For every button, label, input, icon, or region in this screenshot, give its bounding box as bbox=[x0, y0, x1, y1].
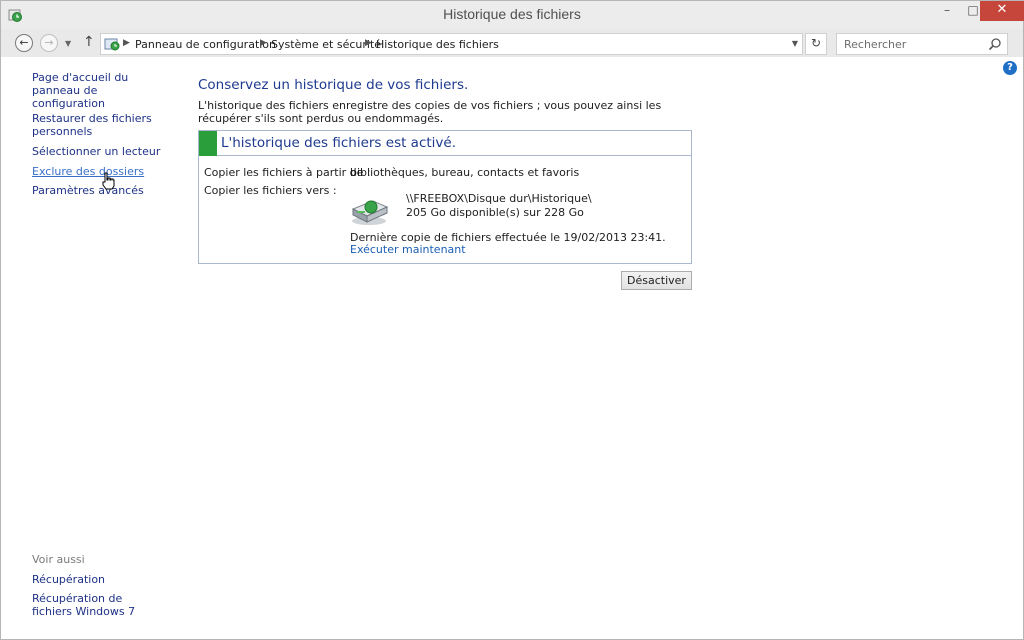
navigation-bar: ← → ▼ ↑ ▶ Panneau de configuration ▶ Sys… bbox=[1, 29, 1023, 57]
sidebar-link-select-drive[interactable]: Sélectionner un lecteur bbox=[32, 145, 172, 158]
title-bar: Historique des fichiers – □ ✕ bbox=[1, 1, 1024, 29]
page-title: Conservez un historique de vos fichiers. bbox=[198, 77, 469, 93]
copy-from-value: bibliothèques, bureau, contacts et favor… bbox=[350, 166, 580, 179]
drive-free-space: 205 Go disponible(s) sur 228 Go bbox=[406, 206, 584, 219]
forward-arrow-icon[interactable]: → bbox=[40, 34, 58, 52]
search-placeholder: Rechercher bbox=[844, 38, 907, 51]
breadcrumb-separator-icon[interactable]: ▶ bbox=[123, 38, 130, 48]
minimize-button[interactable]: – bbox=[934, 1, 960, 21]
address-dropdown-chevron-icon[interactable]: ▼ bbox=[792, 39, 798, 48]
status-indicator-green bbox=[199, 131, 217, 156]
content-area: ? Page d'accueil du panneau de configura… bbox=[1, 57, 1023, 639]
breadcrumb-separator-icon[interactable]: ▶ bbox=[365, 38, 372, 48]
sidebar-link-restore-files[interactable]: Restaurer des fichiers personnels bbox=[32, 112, 172, 138]
hand-cursor-icon bbox=[102, 172, 115, 190]
see-also-heading: Voir aussi bbox=[32, 553, 85, 566]
help-icon[interactable]: ? bbox=[1003, 61, 1017, 75]
page-description: L'historique des fichiers enregistre des… bbox=[198, 99, 662, 125]
drive-path: \\FREEBOX\Disque dur\Historique\ bbox=[406, 192, 592, 205]
status-header: L'historique des fichiers est activé. bbox=[199, 131, 691, 156]
search-input[interactable]: Rechercher bbox=[836, 33, 1008, 55]
up-arrow-icon[interactable]: ↑ bbox=[83, 34, 95, 50]
copy-to-label: Copier les fichiers vers : bbox=[204, 184, 337, 197]
status-title: L'historique des fichiers est activé. bbox=[221, 135, 457, 151]
refresh-icon[interactable]: ↻ bbox=[805, 33, 827, 55]
search-icon[interactable] bbox=[988, 37, 1002, 51]
file-history-window: Historique des fichiers – □ ✕ ← → ▼ ↑ ▶ … bbox=[0, 0, 1024, 640]
file-history-status-panel: L'historique des fichiers est activé. Co… bbox=[198, 130, 692, 264]
run-now-link[interactable]: Exécuter maintenant bbox=[350, 243, 466, 256]
breadcrumb-file-history[interactable]: Historique des fichiers bbox=[376, 38, 499, 51]
disable-button[interactable]: Désactiver bbox=[621, 271, 692, 290]
window-title: Historique des fichiers bbox=[443, 6, 581, 22]
close-button[interactable]: ✕ bbox=[980, 1, 1024, 21]
see-also-link-windows7-recovery[interactable]: Récupération de fichiers Windows 7 bbox=[32, 592, 152, 618]
copy-from-label: Copier les fichiers à partir de : bbox=[204, 166, 371, 179]
see-also-link-recovery[interactable]: Récupération bbox=[32, 573, 172, 586]
control-panel-icon bbox=[104, 38, 120, 51]
recent-locations-chevron-icon[interactable]: ▼ bbox=[65, 39, 71, 48]
breadcrumb-control-panel[interactable]: Panneau de configuration bbox=[135, 38, 276, 51]
network-drive-icon bbox=[351, 200, 389, 225]
sidebar-link-control-panel-home[interactable]: Page d'accueil du panneau de configurati… bbox=[32, 71, 172, 110]
breadcrumb-separator-icon[interactable]: ▶ bbox=[260, 38, 267, 48]
address-bar[interactable]: ▶ Panneau de configuration ▶ Système et … bbox=[100, 33, 803, 55]
back-arrow-icon[interactable]: ← bbox=[15, 34, 33, 52]
